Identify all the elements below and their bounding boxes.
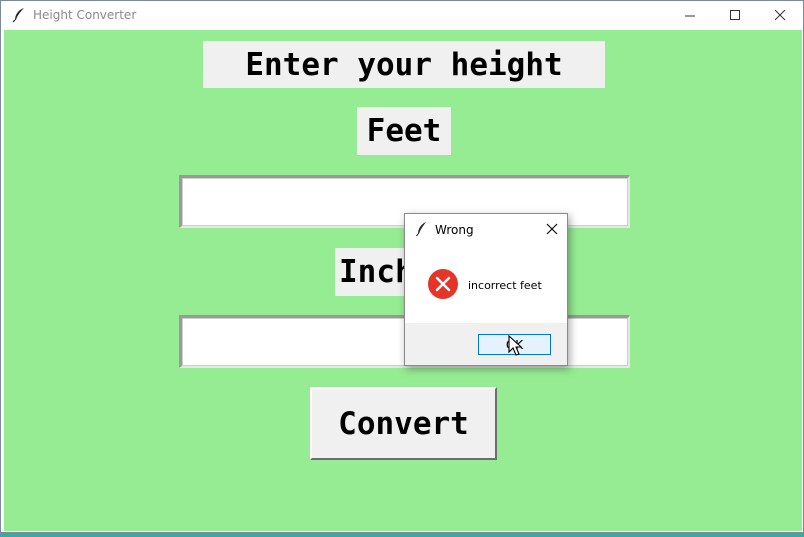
title-bar[interactable]: Height Converter [1, 1, 803, 30]
error-dialog: Wrong incorrect feet OK [404, 213, 568, 366]
close-icon [774, 10, 785, 21]
convert-button[interactable]: Convert [310, 387, 497, 460]
client-area: Enter your height Feet Inches Convert [4, 30, 802, 531]
maximize-button[interactable] [712, 1, 758, 30]
minimize-button[interactable] [667, 1, 713, 30]
cursor-icon [508, 335, 523, 356]
feet-label: Feet [357, 107, 451, 155]
close-icon[interactable] [545, 222, 559, 236]
minimize-icon [684, 15, 695, 17]
feather-icon [416, 222, 426, 237]
heading-label: Enter your height [203, 41, 605, 88]
close-button[interactable] [757, 1, 803, 30]
maximize-icon [729, 10, 740, 20]
app-window: Height Converter Enter your height Feet … [0, 0, 804, 533]
dialog-message: incorrect feet [468, 279, 542, 292]
error-icon [428, 269, 458, 299]
window-title: Height Converter [33, 8, 137, 22]
dialog-title: Wrong [435, 223, 474, 237]
feather-icon [12, 8, 24, 23]
